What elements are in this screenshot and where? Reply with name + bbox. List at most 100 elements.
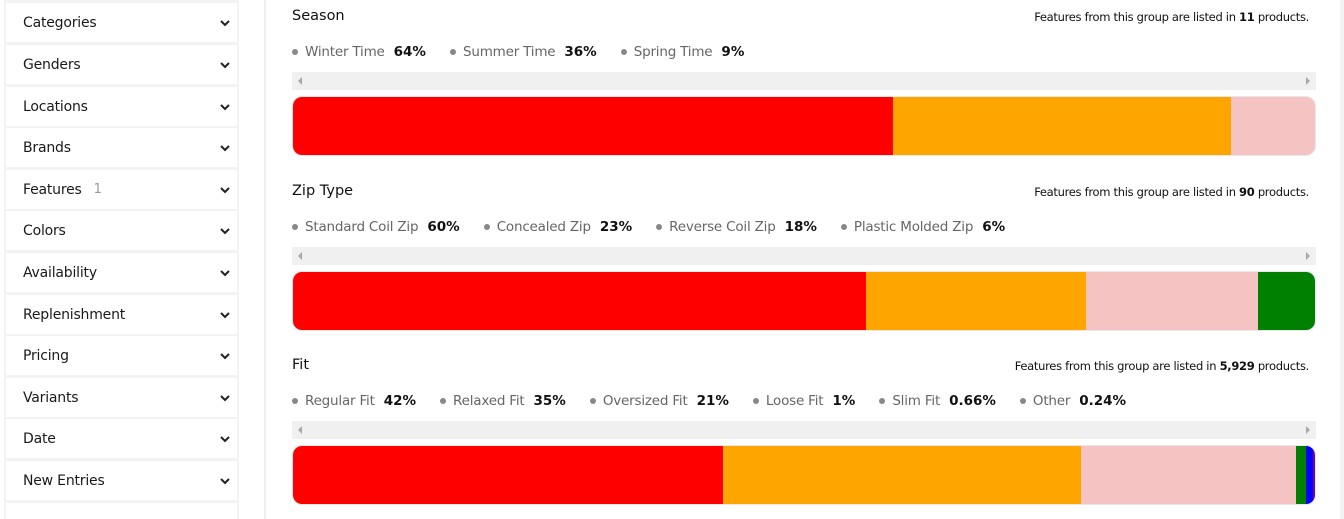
filter-item-colors[interactable]: Colors — [6, 211, 237, 250]
chevron-down-icon[interactable] — [219, 392, 231, 404]
filter-label: Colors — [23, 222, 66, 239]
bullet-icon — [752, 398, 759, 404]
filter-item-categories[interactable]: Categories — [6, 3, 237, 42]
scroll-right-icon[interactable] — [1306, 252, 1310, 260]
horizontal-scrollbar[interactable] — [292, 421, 1316, 439]
legend-value: 42% — [383, 393, 417, 409]
bar-segment-relaxed-fit[interactable] — [722, 446, 1081, 504]
chevron-down-icon[interactable] — [219, 225, 231, 237]
scroll-left-icon[interactable] — [298, 77, 302, 85]
page-scrollbar[interactable] — [1340, 0, 1344, 519]
chevron-down-icon[interactable] — [219, 184, 231, 196]
legend-label: Regular Fit — [305, 393, 375, 409]
legend-label: Plastic Molded Zip — [853, 219, 974, 235]
legend-value: 9% — [721, 44, 745, 60]
filter-item-locations[interactable]: Locations — [6, 87, 237, 126]
legend-label: Relaxed Fit — [453, 393, 525, 409]
filter-item-brands[interactable]: Brands — [6, 128, 237, 167]
legend-label: Oversized Fit — [602, 393, 688, 409]
bullet-icon — [879, 398, 886, 404]
scroll-left-icon[interactable] — [298, 426, 302, 434]
stacked-share-bar — [292, 271, 1316, 331]
legend-label: Spring Time — [633, 44, 713, 60]
legend-item[interactable]: Concealed Zip 23% — [483, 219, 632, 235]
filter-label: Locations — [23, 98, 88, 115]
divider — [264, 0, 266, 519]
horizontal-scrollbar[interactable] — [292, 247, 1316, 265]
group-product-count-note: Features from this group are listed in 9… — [1034, 185, 1309, 199]
filter-item-genders[interactable]: Genders — [6, 45, 237, 84]
legend-value: 1% — [832, 393, 856, 409]
filter-item-availability[interactable]: Availability — [6, 253, 237, 292]
legend-value: 18% — [784, 219, 817, 235]
scroll-left-icon[interactable] — [298, 252, 302, 260]
filter-item-pricing[interactable]: Pricing — [6, 336, 237, 375]
feature-group-season: Season Features from this group are liste… — [292, 0, 1316, 170]
bullet-icon — [292, 49, 298, 55]
bar-segment-slim-fit[interactable] — [1305, 446, 1313, 504]
bar-segment-winter-time[interactable] — [293, 97, 894, 155]
legend-item[interactable]: Spring Time 9% — [620, 44, 745, 60]
legend-label: Summer Time — [462, 44, 556, 60]
legend-label: Other — [1032, 393, 1071, 409]
filter-item-date[interactable]: Date — [6, 419, 237, 458]
bar-segment-other[interactable] — [1312, 446, 1315, 504]
bullet-icon — [292, 398, 298, 404]
bar-segment-regular-fit[interactable] — [293, 446, 723, 504]
chevron-down-icon[interactable] — [219, 433, 231, 445]
legend-value: 0.66% — [949, 393, 996, 409]
bullet-icon — [440, 398, 447, 404]
feature-legend: Regular Fit 42% Relaxed Fit 35% Oversized Fi… — [292, 393, 1150, 409]
filter-label: Genders — [23, 56, 81, 73]
legend-item[interactable]: Loose Fit 1% — [752, 393, 856, 409]
horizontal-scrollbar[interactable] — [292, 72, 1316, 90]
legend-item[interactable]: Summer Time 36% — [449, 44, 597, 60]
legend-item[interactable]: Regular Fit 42% — [292, 393, 416, 409]
chevron-down-icon[interactable] — [219, 101, 231, 113]
bar-segment-oversized-fit[interactable] — [1080, 446, 1296, 504]
filter-item-replenishment[interactable]: Replenishment — [6, 295, 237, 334]
filter-item-partial[interactable] — [6, 503, 237, 519]
filter-label: Replenishment — [23, 306, 126, 323]
legend-label: Slim Fit — [892, 393, 941, 409]
legend-item[interactable]: Winter Time 64% — [292, 44, 426, 60]
product-count: 5,929 — [1219, 359, 1255, 373]
chevron-down-icon[interactable] — [219, 309, 231, 321]
legend-item[interactable]: Reverse Coil Zip 18% — [656, 219, 817, 235]
legend-item[interactable]: Other 0.24% — [1019, 393, 1126, 409]
chevron-down-icon[interactable] — [219, 142, 231, 154]
note-prefix: Features from this group are listed in — [1034, 10, 1236, 24]
bullet-icon — [292, 224, 298, 230]
scroll-right-icon[interactable] — [1306, 426, 1310, 434]
bar-segment-spring-time[interactable] — [1230, 97, 1315, 155]
legend-item[interactable]: Standard Coil Zip 60% — [292, 219, 460, 235]
chevron-down-icon[interactable] — [219, 267, 231, 279]
chevron-down-icon[interactable] — [219, 17, 231, 29]
bar-segment-plastic-molded-zip[interactable] — [1257, 272, 1315, 330]
filter-item-variants[interactable]: Variants — [6, 378, 237, 417]
scroll-right-icon[interactable] — [1306, 77, 1310, 85]
bar-segment-standard-coil-zip[interactable] — [293, 272, 867, 330]
legend-item[interactable]: Slim Fit 0.66% — [879, 393, 996, 409]
chevron-down-icon[interactable] — [219, 350, 231, 362]
filter-item-features[interactable]: Features 1 — [6, 170, 237, 209]
chevron-down-icon[interactable] — [219, 475, 231, 487]
bar-segment-concealed-zip[interactable] — [866, 272, 1086, 330]
bar-segment-summer-time[interactable] — [893, 97, 1231, 155]
legend-label: Loose Fit — [765, 393, 824, 409]
legend-item[interactable]: Oversized Fit 21% — [589, 393, 729, 409]
legend-item[interactable]: Plastic Molded Zip 6% — [840, 219, 1005, 235]
filter-label: Variants — [23, 389, 79, 406]
bullet-icon — [620, 49, 627, 55]
bullet-icon — [589, 398, 596, 404]
group-product-count-note: Features from this group are listed in 5… — [1015, 359, 1310, 373]
filter-item-new-entries[interactable]: New Entries — [6, 461, 237, 500]
filter-count-badge: 1 — [93, 182, 102, 197]
chevron-down-icon[interactable] — [219, 59, 231, 71]
bar-segment-loose-fit[interactable] — [1295, 446, 1306, 504]
legend-item[interactable]: Relaxed Fit 35% — [440, 393, 566, 409]
feature-group-fit: Fit Features from this group are listed i… — [292, 349, 1316, 519]
bar-segment-reverse-coil-zip[interactable] — [1085, 272, 1258, 330]
page: Categories Genders Locations Brands Features… — [0, 0, 1344, 519]
group-product-count-note: Features from this group are listed in 1… — [1034, 10, 1309, 24]
